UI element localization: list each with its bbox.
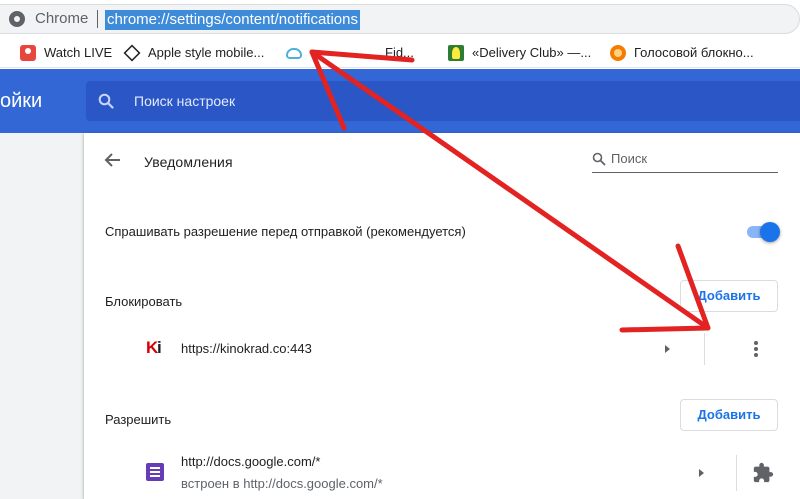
- bookmark-label: Watch LIVE: [44, 45, 113, 60]
- extension-icon[interactable]: [752, 462, 774, 484]
- allowed-site-embedded-text: встроен в http://docs.google.com/*: [181, 476, 383, 491]
- ask-before-sending-label: Спрашивать разрешение перед отправкой (р…: [105, 224, 466, 239]
- chevron-right-icon[interactable]: [696, 468, 706, 478]
- chevron-right-icon[interactable]: [662, 344, 672, 354]
- url-text[interactable]: chrome://settings/content/notifications: [105, 10, 360, 30]
- page-title: Уведомления: [144, 154, 233, 170]
- ki-icon: Ki: [146, 338, 162, 357]
- bookmark-label: Голосовой блокно...: [634, 45, 754, 60]
- more-dot: [754, 353, 758, 357]
- more-actions-button[interactable]: [744, 337, 768, 361]
- more-dot: [754, 341, 758, 345]
- add-allowed-site-button[interactable]: Добавить: [680, 399, 778, 431]
- subpage-search-input[interactable]: Поиск: [592, 151, 778, 173]
- subpage-search-placeholder: Поиск: [611, 151, 648, 166]
- allowed-site-row[interactable]: http://docs.google.com/* встроен в http:…: [84, 447, 800, 499]
- bookmark-label: …Fid...: [372, 45, 414, 60]
- bookmarks-bar: Watch LIVE Apple style mobile... …Fid...…: [0, 38, 800, 68]
- more-dot: [754, 347, 758, 351]
- site-chip-label: Chrome: [35, 10, 89, 27]
- bookmark-label: «Delivery Club» —...: [472, 45, 592, 60]
- bookmark-label: Apple style mobile...: [148, 45, 265, 60]
- omnibar: Chrome chrome://settings/content/notific…: [0, 0, 800, 38]
- address-separator: [97, 10, 98, 28]
- settings-search-placeholder: Поиск настроек: [134, 93, 236, 109]
- search-icon: [98, 93, 114, 109]
- add-blocked-site-button[interactable]: Добавить: [680, 280, 778, 312]
- settings-title: ойки: [0, 90, 43, 112]
- settings-toolbar: ойки Поиск настроек: [0, 69, 800, 133]
- allow-section-heading: Разрешить: [105, 412, 172, 427]
- notifications-card: Уведомления Поиск Спрашивать разрешение …: [84, 133, 800, 499]
- blocked-site-url: https://kinokrad.co:443: [181, 341, 312, 356]
- notepad-icon: [610, 45, 626, 61]
- toggle-knob: [760, 222, 780, 242]
- allowed-site-url: http://docs.google.com/*: [181, 454, 321, 469]
- video-icon: [20, 45, 36, 61]
- google-forms-icon: [146, 463, 164, 481]
- ostrich-icon: [448, 45, 464, 61]
- back-arrow-icon[interactable]: [104, 151, 122, 169]
- blocked-site-row[interactable]: Ki https://kinokrad.co:443: [84, 329, 800, 369]
- codepen-icon: [123, 44, 141, 62]
- chrome-icon: [9, 11, 25, 27]
- search-icon: [592, 152, 606, 166]
- settings-search-field[interactable]: Поиск настроек: [86, 81, 800, 121]
- row-divider: [736, 455, 737, 491]
- cloud-icon: [286, 48, 302, 59]
- block-section-heading: Блокировать: [105, 294, 183, 309]
- ask-before-sending-toggle[interactable]: [746, 222, 780, 242]
- row-divider: [704, 333, 705, 365]
- address-bar[interactable]: Chrome chrome://settings/content/notific…: [0, 4, 800, 34]
